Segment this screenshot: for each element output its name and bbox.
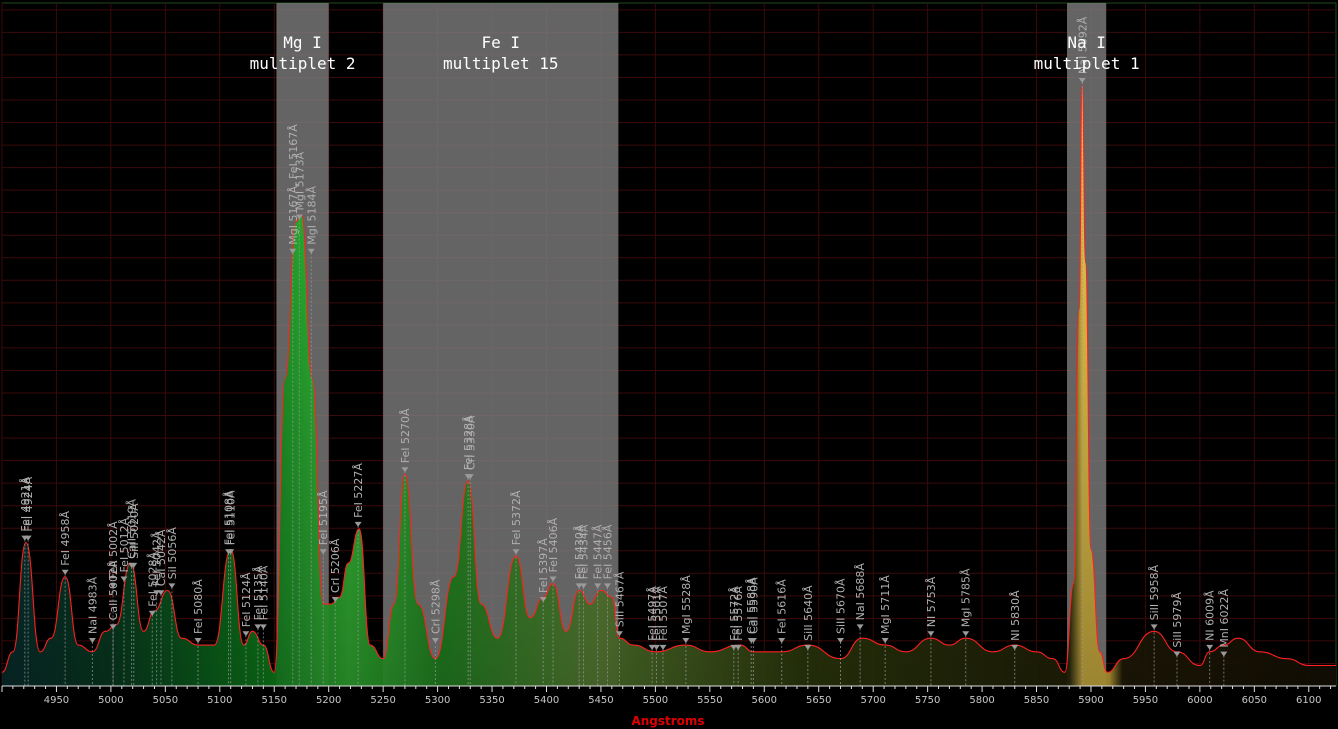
line-id-label: FeI 5576Å [732, 586, 745, 641]
line-id-label: MgI 5711Å [879, 575, 892, 634]
line-id-label: FeI 5080Å [192, 579, 205, 634]
line-id-label: MnI 6022Å [1218, 588, 1231, 647]
line-id-label: NaI 4983Å [86, 576, 99, 634]
x-tick-label: 6000 [1187, 695, 1212, 706]
x-tick-label: 6100 [1296, 695, 1321, 706]
line-id-triangle [856, 624, 864, 630]
line-id-triangle [61, 569, 69, 575]
line-id-label: SiI 5056Å [166, 527, 179, 580]
x-tick-label: 5750 [915, 695, 940, 706]
line-id-triangle [259, 624, 267, 630]
x-tick-label: 5100 [207, 695, 232, 706]
x-axis-label: Angstroms [631, 714, 704, 728]
line-id-label: SiII 5979Å [1171, 592, 1184, 648]
line-id-label: FeI 5372Å [510, 490, 523, 545]
x-tick-label: 5900 [1078, 695, 1103, 706]
line-id-triangle [652, 644, 660, 650]
line-id-label: SiII 5467Å [613, 571, 626, 627]
x-tick-label: 5200 [316, 695, 341, 706]
x-tick-label: 5300 [425, 695, 450, 706]
x-tick-label: 5700 [860, 695, 885, 706]
x-tick-label: 5950 [1133, 695, 1158, 706]
x-tick-label: 5400 [534, 695, 559, 706]
x-tick-label: 5050 [153, 695, 178, 706]
line-id-label: FeI 5140Å [257, 565, 270, 620]
line-id-label: NI 5753Å [925, 576, 938, 627]
line-id-label: CrI 5206Å [329, 538, 342, 593]
line-id-triangle [1206, 644, 1214, 650]
band-label-line1: Mg I [283, 33, 322, 52]
line-id-triangle [659, 644, 667, 650]
line-id-triangle [254, 624, 262, 630]
band-label-line2: multiplet 15 [443, 54, 559, 73]
band-label-line1: Na I [1067, 33, 1106, 52]
line-id-label: MgI 5528Å [680, 575, 693, 634]
line-id-label: MgI 5184Å [305, 186, 318, 245]
x-tick-label: 5450 [588, 695, 613, 706]
line-id-triangle [1150, 624, 1158, 630]
x-tick-label: 4950 [44, 695, 69, 706]
line-id-label: NI 5830Å [1009, 590, 1022, 641]
x-tick-label: 6050 [1242, 695, 1267, 706]
line-id-label: FeI 5434Å [578, 524, 591, 579]
x-tick-label: 5000 [98, 695, 123, 706]
x-tick-label: 5850 [1024, 695, 1049, 706]
x-tick-label: 5650 [806, 695, 831, 706]
line-id-triangle [168, 583, 176, 589]
line-id-label: CaI 5590Å [747, 577, 760, 634]
band-label-line2: multiplet 2 [250, 54, 356, 73]
line-id-label: FeI 5195Å [317, 490, 330, 545]
band-label-line2: multiplet 1 [1034, 54, 1140, 73]
line-id-triangle [242, 631, 250, 637]
line-id-label: NaI 5688Å [854, 563, 867, 621]
line-id-label: SiII 5670Å [835, 578, 848, 634]
line-id-label: FeI 5227Å [352, 463, 365, 518]
x-tick-label: 5150 [262, 695, 287, 706]
line-id-label: SiII 5020Å [128, 503, 141, 559]
line-id-label: MgI 5785Å [960, 568, 973, 627]
line-id-label: FeI 4924Å [22, 476, 35, 531]
x-tick-label: 5350 [479, 695, 504, 706]
line-id-triangle [962, 631, 970, 637]
x-tick-label: 5600 [752, 695, 777, 706]
x-tick-label: 5250 [370, 695, 395, 706]
band-label-line1: Fe I [481, 33, 520, 52]
line-id-label: NI 6009Å [1204, 590, 1217, 641]
line-id-label: FeI 5270Å [399, 408, 412, 463]
line-id-label: CrI 5330Å [464, 415, 477, 470]
x-tick-label: 5500 [643, 695, 668, 706]
line-id-triangle [354, 521, 362, 527]
line-id-label: FeI 5616Å [776, 579, 789, 634]
spectrum-chart: FeI 4921ÅFeI 4924ÅFeI 4958ÅNaI 4983Å CaII… [1, 2, 1337, 728]
line-id-triangle [927, 631, 935, 637]
line-id-label: CrI 5298Å [429, 579, 442, 634]
x-tick-label: 5550 [697, 695, 722, 706]
line-identifications: FeI 4921ÅFeI 4924ÅFeI 4958ÅNaI 4983Å CaII… [19, 16, 1231, 686]
line-id-label: FeI 5406Å [547, 517, 560, 572]
line-id-label: FeI 5110Å [225, 490, 238, 545]
line-id-label: FeI 4958Å [59, 510, 72, 565]
line-id-label: FeI 5456Å [601, 524, 614, 579]
x-axis: 4950 5000 5050 5100 5150 5200 5250 5300 5350 5400… [1, 685, 1336, 706]
line-id-label: SiII 5640Å [802, 585, 815, 641]
line-id-label: SiII 5958Å [1148, 564, 1161, 620]
line-id-label: FeI 5507Å [657, 586, 670, 641]
x-tick-label: 5800 [969, 695, 994, 706]
